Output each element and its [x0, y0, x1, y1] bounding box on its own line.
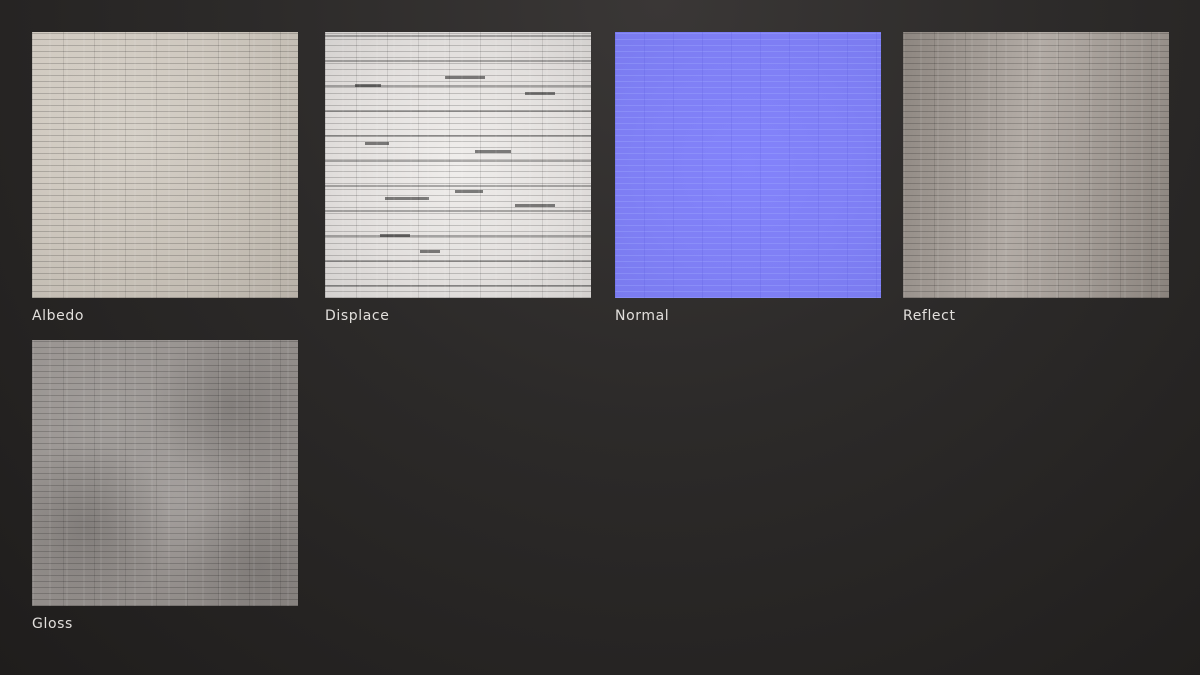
- normal-map-image: [615, 32, 881, 298]
- displace-map-image: [325, 32, 591, 298]
- map-card-displace: Displace: [325, 32, 593, 325]
- map-label-albedo: Albedo: [32, 308, 85, 324]
- map-card-gloss: Gloss: [32, 340, 300, 633]
- map-card-normal: Normal: [615, 32, 883, 325]
- gloss-map-image: [32, 340, 298, 606]
- map-label-normal: Normal: [615, 308, 670, 324]
- albedo-map-image: [32, 32, 298, 298]
- map-card-reflect: Reflect: [903, 32, 1171, 325]
- map-label-gloss: Gloss: [32, 616, 73, 632]
- reflect-map-image: [903, 32, 1169, 298]
- map-label-reflect: Reflect: [903, 308, 956, 324]
- map-card-albedo: Albedo: [32, 32, 300, 325]
- texture-map-sheet: Albedo Displace Normal Reflect Gloss: [0, 0, 1200, 675]
- map-label-displace: Displace: [325, 308, 390, 324]
